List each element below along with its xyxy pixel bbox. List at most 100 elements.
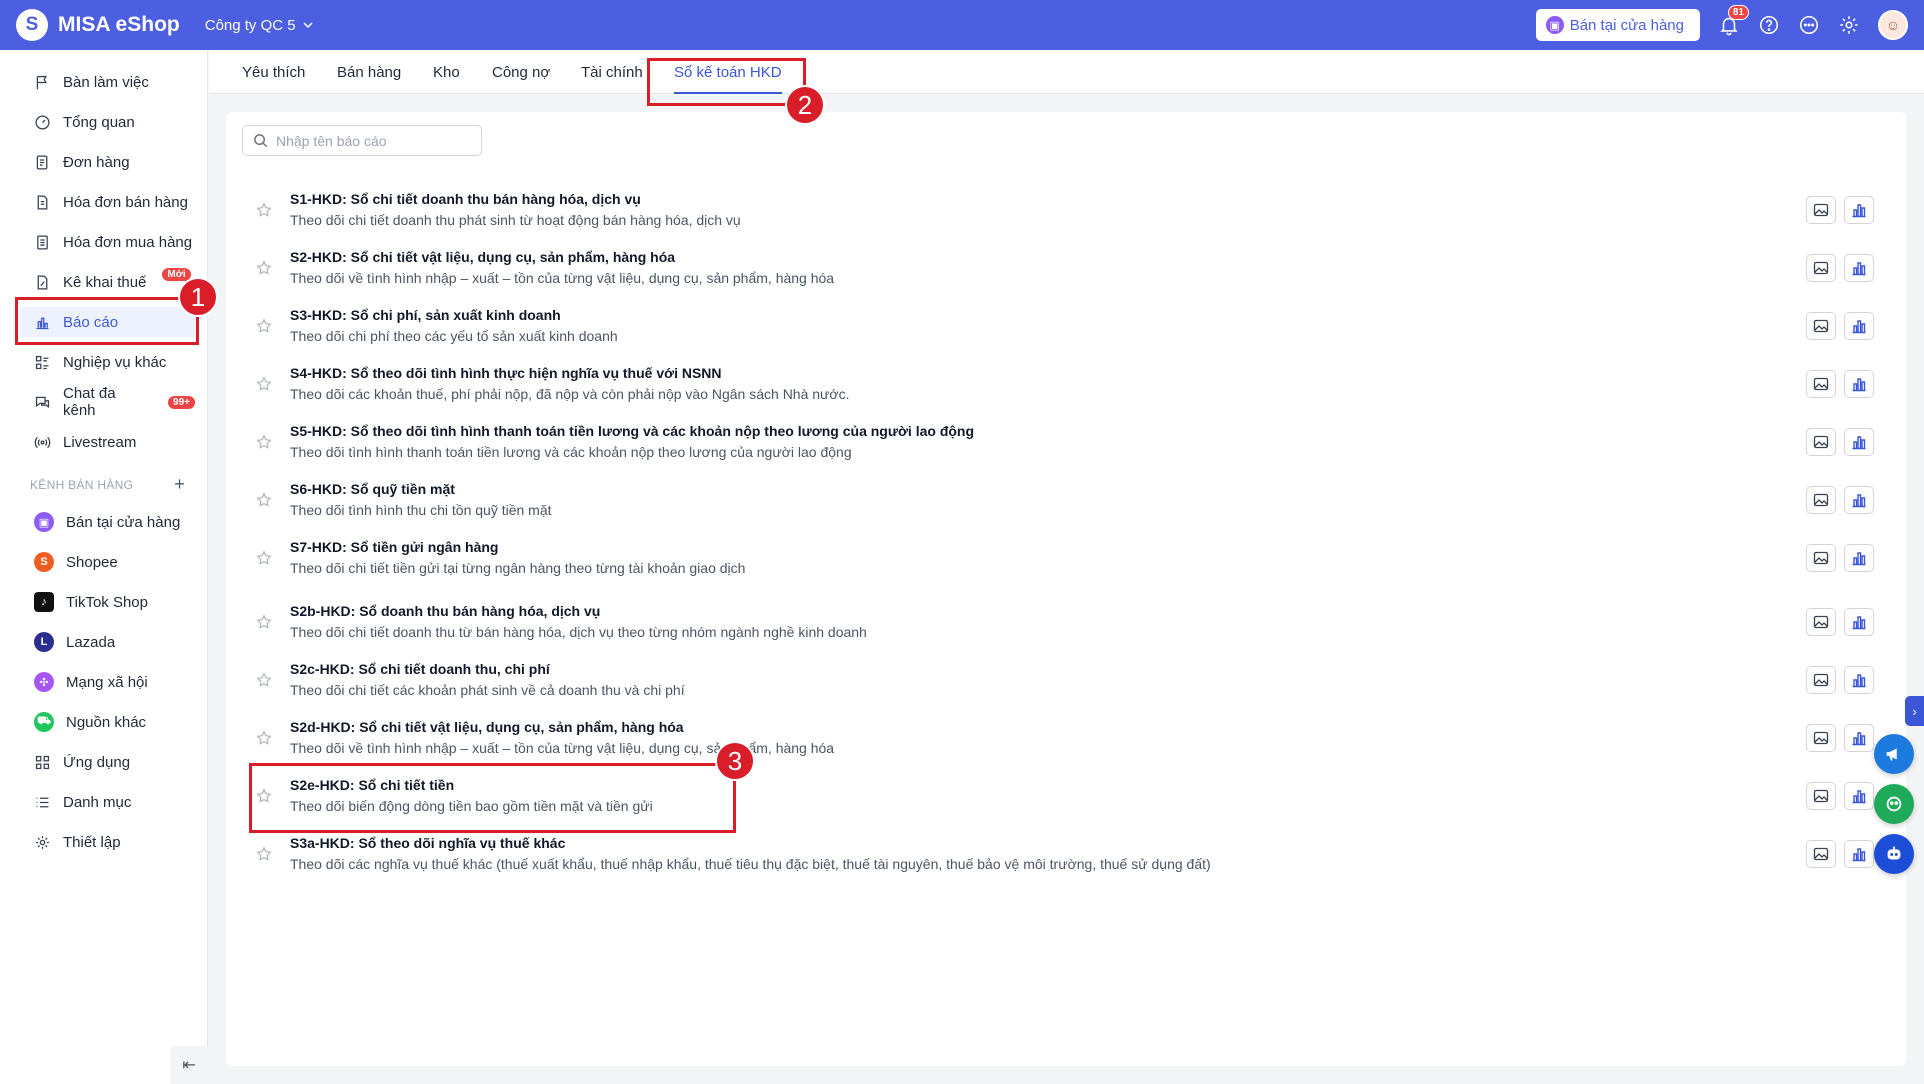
sidebar-item-orders[interactable]: Đơn hàng — [20, 147, 195, 177]
report-row[interactable]: S2b-HKD: Sổ doanh thu bán hàng hóa, dịch… — [226, 599, 1906, 649]
favorite-star-icon[interactable] — [256, 788, 272, 804]
settings-button[interactable] — [1838, 14, 1860, 36]
add-channel-icon[interactable]: + — [174, 474, 185, 495]
report-title[interactable]: S3a-HKD: Sổ theo dõi nghĩa vụ thuế khác — [290, 835, 565, 851]
report-view-button[interactable] — [1844, 312, 1874, 340]
sidebar-item-settings[interactable]: Thiết lập — [20, 827, 195, 857]
report-preview-button[interactable] — [1806, 724, 1836, 752]
report-row[interactable]: S2c-HKD: Sổ chi tiết doanh thu, chi phí T… — [226, 657, 1906, 707]
sidebar-channel-other[interactable]: ⛟ Nguồn khác — [20, 707, 195, 737]
sidebar-item-catalog[interactable]: Danh mục — [20, 787, 195, 817]
sidebar-channel-store[interactable]: ▣ Bán tại cửa hàng — [20, 507, 195, 537]
announcement-fab[interactable] — [1874, 734, 1914, 774]
more-button[interactable] — [1798, 14, 1820, 36]
report-row[interactable]: S2d-HKD: Sổ chi tiết vật liệu, dụng cụ, … — [226, 715, 1906, 765]
report-row[interactable]: S7-HKD: Sổ tiền gửi ngân hàng Theo dõi ch… — [226, 535, 1906, 585]
store-sale-button[interactable]: ▣ Bán tại cửa hàng — [1535, 9, 1700, 41]
report-preview-button[interactable] — [1806, 666, 1836, 694]
report-row[interactable]: S5-HKD: Sổ theo dõi tình hình thanh toán… — [226, 419, 1906, 469]
report-view-button[interactable] — [1844, 486, 1874, 514]
sidebar-channel-social[interactable]: ✣ Mạng xã hội — [20, 667, 195, 697]
favorite-star-icon[interactable] — [256, 672, 272, 688]
report-preview-button[interactable] — [1806, 608, 1836, 636]
report-title[interactable]: S2-HKD: Sổ chi tiết vật liệu, dụng cụ, s… — [290, 249, 675, 265]
sidebar-item-chat[interactable]: Chat đa kênh 99+ — [20, 385, 195, 419]
report-preview-button[interactable] — [1806, 782, 1836, 810]
favorite-star-icon[interactable] — [256, 434, 272, 450]
report-view-button[interactable] — [1844, 254, 1874, 282]
report-title[interactable]: S2e-HKD: Sổ chi tiết tiền — [290, 777, 454, 793]
favorite-star-icon[interactable] — [256, 550, 272, 566]
sidebar-item-overview[interactable]: Tổng quan — [20, 107, 195, 137]
report-title[interactable]: S2b-HKD: Sổ doanh thu bán hàng hóa, dịch… — [290, 603, 600, 619]
report-title[interactable]: S3-HKD: Sổ chi phí, sản xuất kinh doanh — [290, 307, 561, 323]
sidebar-channel-lazada[interactable]: L Lazada — [20, 627, 195, 657]
report-preview-button[interactable] — [1806, 428, 1836, 456]
search-input[interactable] — [276, 132, 466, 149]
report-row[interactable]: S3-HKD: Sổ chi phí, sản xuất kinh doanh T… — [226, 303, 1906, 353]
ai-assistant-fab[interactable] — [1874, 834, 1914, 874]
favorite-star-icon[interactable] — [256, 376, 272, 392]
sidebar-item-sales-invoice[interactable]: Hóa đơn bán hàng — [20, 187, 195, 217]
report-title[interactable]: S1-HKD: Sổ chi tiết doanh thu bán hàng h… — [290, 191, 641, 207]
report-row[interactable]: S2-HKD: Sổ chi tiết vật liệu, dụng cụ, s… — [226, 245, 1906, 295]
report-row[interactable]: S3a-HKD: Sổ theo dõi nghĩa vụ thuế khác T… — [226, 831, 1906, 881]
report-search[interactable] — [242, 125, 482, 156]
report-view-button[interactable] — [1844, 608, 1874, 636]
sidebar-item-other-operations[interactable]: Nghiệp vụ khác — [20, 347, 195, 377]
notification-button[interactable]: 81 — [1718, 5, 1749, 36]
sidebar-item-apps[interactable]: Ứng dụng — [20, 747, 195, 777]
report-title[interactable]: S5-HKD: Sổ theo dõi tình hình thanh toán… — [290, 423, 974, 439]
tab-favorites[interactable]: Yêu thích — [242, 50, 305, 94]
sidebar-item-livestream[interactable]: Livestream — [20, 427, 195, 457]
report-view-button[interactable] — [1844, 840, 1874, 868]
sidebar-item-workspace[interactable]: Bàn làm việc — [20, 67, 195, 97]
report-view-button[interactable] — [1844, 666, 1874, 694]
sidebar-item-tax[interactable]: Kê khai thuế Mới — [20, 267, 195, 297]
favorite-star-icon[interactable] — [256, 730, 272, 746]
report-preview-button[interactable] — [1806, 196, 1836, 224]
report-view-button[interactable] — [1844, 370, 1874, 398]
report-preview-button[interactable] — [1806, 254, 1836, 282]
report-preview-button[interactable] — [1806, 544, 1836, 572]
favorite-star-icon[interactable] — [256, 846, 272, 862]
report-title[interactable]: S7-HKD: Sổ tiền gửi ngân hàng — [290, 539, 498, 555]
user-avatar[interactable]: ☺ — [1878, 10, 1908, 40]
report-preview-button[interactable] — [1806, 840, 1836, 868]
help-button[interactable] — [1758, 14, 1780, 36]
tab-sales[interactable]: Bán hàng — [337, 50, 401, 94]
report-preview-button[interactable] — [1806, 486, 1836, 514]
sidebar-item-reports[interactable]: Báo cáo — [20, 307, 195, 337]
report-preview-button[interactable] — [1806, 370, 1836, 398]
report-preview-button[interactable] — [1806, 312, 1836, 340]
favorite-star-icon[interactable] — [256, 202, 272, 218]
app-logo[interactable]: S MISA eShop — [16, 9, 180, 41]
report-row[interactable]: S6-HKD: Sổ quỹ tiền mặt Theo dõi tình hìn… — [226, 477, 1906, 527]
report-title[interactable]: S2c-HKD: Sổ chi tiết doanh thu, chi phí — [290, 661, 550, 677]
support-chat-fab[interactable] — [1874, 784, 1914, 824]
report-view-button[interactable] — [1844, 544, 1874, 572]
favorite-star-icon[interactable] — [256, 318, 272, 334]
sidebar-channel-shopee[interactable]: S Shopee — [20, 547, 195, 577]
report-title[interactable]: S6-HKD: Sổ quỹ tiền mặt — [290, 481, 455, 497]
collapse-sidebar-button[interactable]: ⇤ — [170, 1046, 208, 1084]
report-view-button[interactable] — [1844, 782, 1874, 810]
report-row[interactable]: S2e-HKD: Sổ chi tiết tiền Theo dõi biến đ… — [226, 773, 1906, 823]
report-title[interactable]: S2d-HKD: Sổ chi tiết vật liệu, dụng cụ, … — [290, 719, 684, 735]
report-row[interactable]: S1-HKD: Sổ chi tiết doanh thu bán hàng h… — [226, 187, 1906, 237]
sidebar-channel-tiktok[interactable]: ♪ TikTok Shop — [20, 587, 195, 617]
report-view-button[interactable] — [1844, 428, 1874, 456]
favorite-star-icon[interactable] — [256, 614, 272, 630]
report-view-button[interactable] — [1844, 196, 1874, 224]
report-title[interactable]: S4-HKD: Sổ theo dõi tình hình thực hiện … — [290, 365, 722, 381]
favorite-star-icon[interactable] — [256, 260, 272, 276]
tab-finance[interactable]: Tài chính — [581, 50, 643, 94]
favorite-star-icon[interactable] — [256, 492, 272, 508]
tab-debts[interactable]: Công nợ — [492, 50, 550, 94]
tab-hkd-ledger[interactable]: Sổ kế toán HKD — [674, 50, 782, 94]
company-selector[interactable]: Công ty QC 5 — [205, 17, 314, 34]
expand-panel-tab[interactable]: › — [1905, 696, 1924, 726]
tab-inventory[interactable]: Kho — [433, 50, 460, 94]
report-row[interactable]: S4-HKD: Sổ theo dõi tình hình thực hiện … — [226, 361, 1906, 411]
sidebar-item-purchase-invoice[interactable]: Hóa đơn mua hàng — [20, 227, 195, 257]
